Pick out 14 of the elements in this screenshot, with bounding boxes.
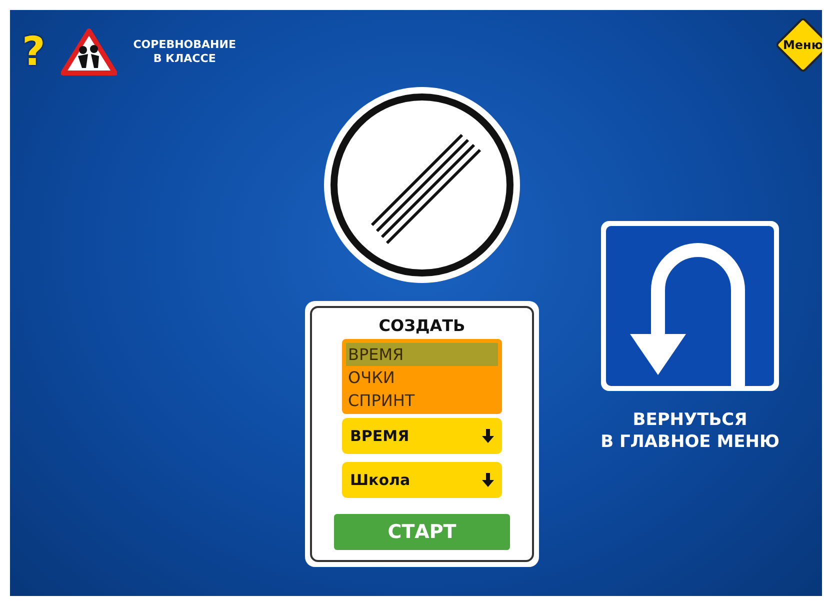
page-title: СОРЕВНОВАНИЕ В КЛАССЕ	[133, 38, 236, 65]
warning-sign-icon	[61, 28, 118, 76]
mode-option[interactable]: СПРИНТ	[346, 389, 498, 412]
dropdown[interactable]: ВРЕМЯ	[342, 418, 502, 454]
help-button[interactable]: ?	[22, 32, 46, 72]
back-to-menu-link[interactable]: ВЕРНУТЬСЯ В ГЛАВНОЕ МЕНЮ	[594, 408, 786, 454]
mode-option[interactable]: ВРЕМЯ	[346, 343, 498, 366]
end-of-restrictions-sign-icon	[322, 85, 522, 285]
mode-option[interactable]: ОЧКИ	[346, 366, 498, 390]
down-arrow-icon	[482, 429, 494, 444]
down-arrow-icon	[482, 473, 494, 488]
u-turn-sign-button[interactable]	[600, 220, 780, 392]
dropdown[interactable]: Школа	[342, 462, 502, 498]
card-title: СОЗДАТЬ	[378, 316, 466, 336]
